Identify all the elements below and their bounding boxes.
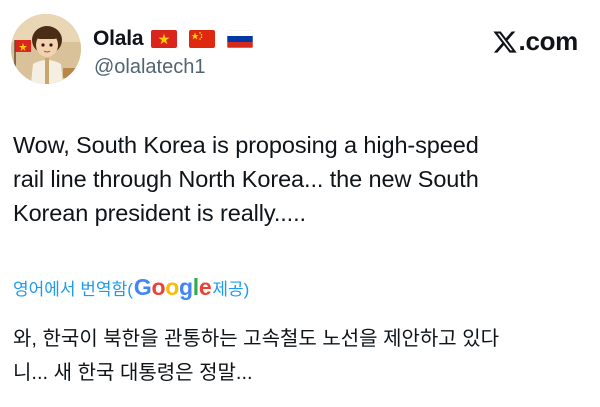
tweet-card: Olala @olalatech1 .com Wow, South Korea …	[0, 0, 600, 407]
translated-tweet-text: 와, 한국이 북한을 관통하는 고속철도 노선을 제안하고 있다 니... 새 …	[13, 322, 588, 390]
tweet-text-line: Korean president is really.....	[13, 200, 306, 226]
translated-text-line: 와, 한국이 북한을 관통하는 고속철도 노선을 제안하고 있다	[13, 328, 500, 350]
tweet-text-line: rail line through North Korea... the new…	[13, 166, 479, 192]
user-handle[interactable]: @olalatech1	[94, 56, 205, 79]
avatar[interactable]	[11, 14, 81, 84]
translation-prefix: 영어에서 번역함(	[13, 280, 133, 299]
display-name[interactable]: Olala	[93, 27, 144, 51]
china-flag-icon	[189, 30, 216, 48]
vietnam-flag-icon	[151, 30, 178, 48]
google-logo-icon: Google	[133, 274, 212, 300]
x-com-brand: .com	[492, 26, 578, 57]
translated-text-line: 니... 새 한국 대통령은 정말...	[13, 362, 253, 384]
brand-domain-label: .com	[518, 26, 579, 56]
x-logo-icon	[492, 30, 517, 53]
tweet-text-line: Wow, South Korea is proposing a high-spe…	[13, 132, 479, 158]
translation-attribution[interactable]: 영어에서 번역함( Google 제공)	[13, 274, 249, 301]
tweet-text: Wow, South Korea is proposing a high-spe…	[13, 128, 588, 230]
translation-suffix: 제공)	[212, 280, 250, 299]
russia-flag-icon	[227, 30, 254, 48]
author-name-row[interactable]: Olala	[93, 26, 254, 52]
